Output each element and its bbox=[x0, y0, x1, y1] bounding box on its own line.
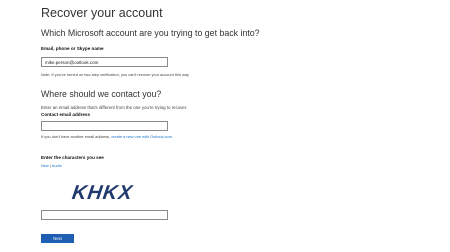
contact-instructions: Enter an email address that's different … bbox=[41, 105, 188, 110]
contact-email-input[interactable] bbox=[41, 121, 168, 131]
captcha-input[interactable] bbox=[41, 210, 168, 220]
new-captcha-link[interactable]: New bbox=[41, 163, 49, 168]
contact-hint: If you don't have another email address,… bbox=[41, 134, 172, 139]
audio-captcha-link[interactable]: Audio bbox=[52, 163, 62, 168]
create-outlook-link[interactable]: create a new one with Outlook.com bbox=[111, 134, 172, 139]
next-button[interactable]: Next bbox=[41, 234, 74, 243]
page-title: Recover your account bbox=[41, 6, 163, 20]
captcha-characters: KHKX bbox=[71, 182, 135, 204]
two-step-note: Note: If you've turned on two-step verif… bbox=[41, 72, 189, 77]
contact-email-label: Contact email address bbox=[41, 112, 91, 117]
account-input[interactable]: mike.person@outlook.com bbox=[41, 57, 168, 67]
contact-hint-text: If you don't have another email address, bbox=[41, 134, 111, 139]
captcha-label: Enter the characters you see bbox=[41, 155, 104, 160]
page-subtitle: Which Microsoft account are you trying t… bbox=[41, 28, 260, 38]
captcha-links: New | Audio bbox=[41, 163, 62, 168]
captcha-image: KHKX bbox=[71, 182, 135, 204]
contact-heading: Where should we contact you? bbox=[41, 89, 162, 99]
captcha-links-separator: | bbox=[49, 163, 51, 168]
account-label: Email, phone or Skype name bbox=[41, 46, 104, 51]
